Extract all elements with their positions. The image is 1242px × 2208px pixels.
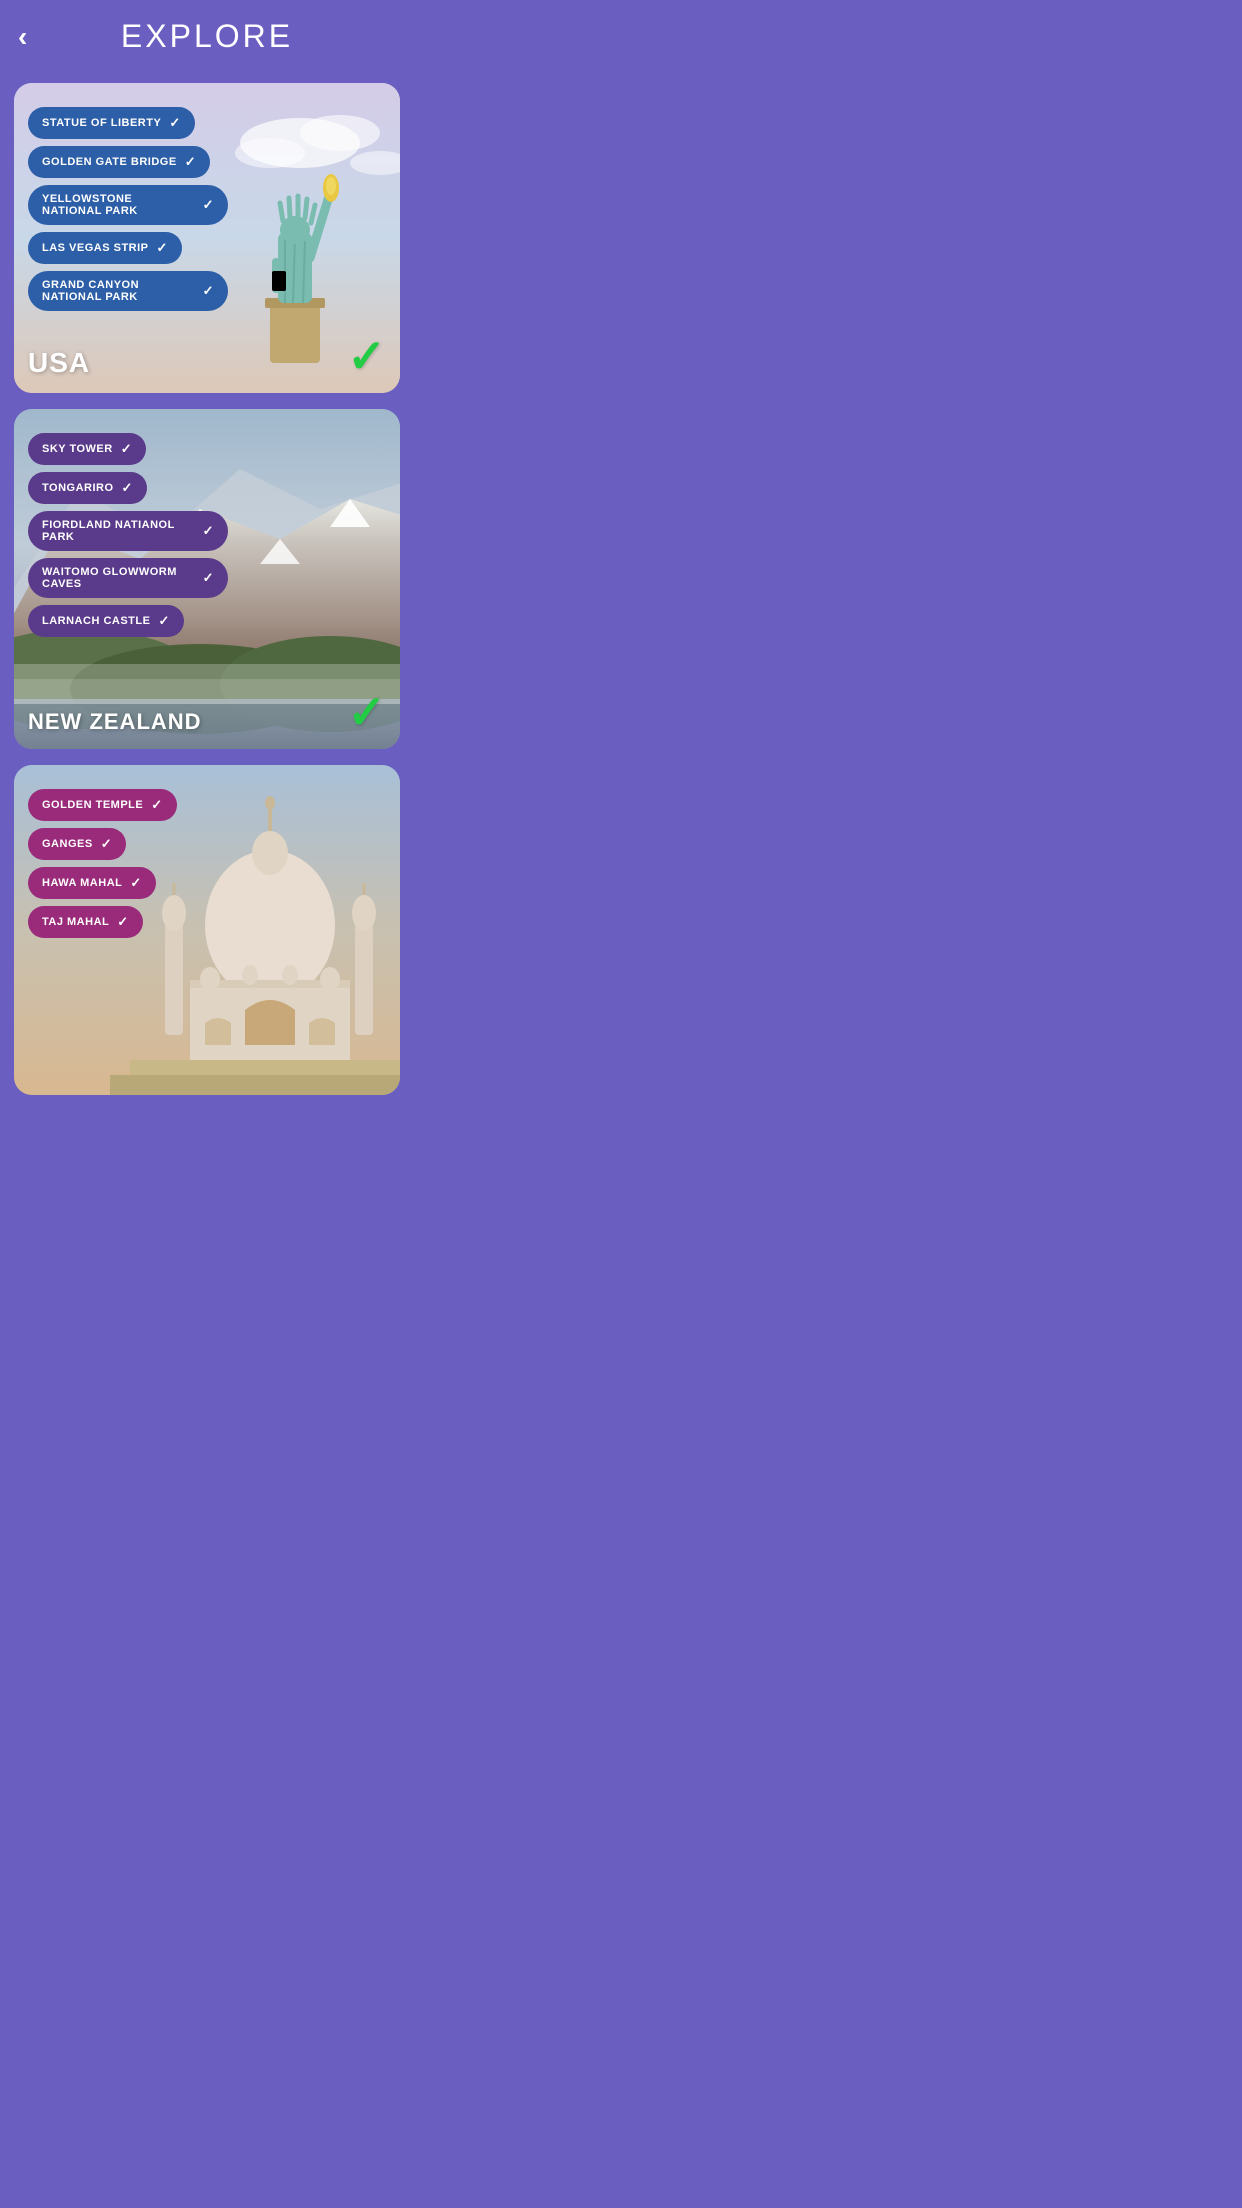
usa-card-footer: USA ✓ bbox=[28, 333, 386, 379]
tag-check-icon: ✓ bbox=[130, 875, 141, 891]
card-india[interactable]: GOLDEN TEMPLE ✓ GANGES ✓ HAWA MAHAL ✓ TA… bbox=[14, 765, 400, 1095]
tag-label: SKY TOWER bbox=[42, 443, 113, 455]
back-button[interactable]: ‹ bbox=[18, 23, 27, 51]
nz-card-footer: NEW ZEALAND ✓ bbox=[28, 689, 386, 735]
tag-check-icon: ✓ bbox=[157, 240, 168, 256]
tag-sky-tower[interactable]: SKY TOWER ✓ bbox=[28, 433, 146, 465]
usa-country-label: USA bbox=[28, 347, 90, 379]
tag-label: GANGES bbox=[42, 838, 93, 850]
usa-completed-icon: ✓ bbox=[347, 333, 386, 379]
tag-check-icon: ✓ bbox=[203, 197, 214, 213]
tag-label: WAITOMO GLOWWORM CAVES bbox=[42, 566, 195, 590]
tag-label: TONGARIRO bbox=[42, 482, 114, 494]
card-usa[interactable]: STATUE OF LIBERTY ✓ GOLDEN GATE BRIDGE ✓… bbox=[14, 83, 400, 393]
nz-country-label: NEW ZEALAND bbox=[28, 709, 202, 735]
tag-golden-temple[interactable]: GOLDEN TEMPLE ✓ bbox=[28, 789, 177, 821]
cards-container: STATUE OF LIBERTY ✓ GOLDEN GATE BRIDGE ✓… bbox=[0, 73, 414, 1115]
tag-label: HAWA MAHAL bbox=[42, 877, 122, 889]
tag-ganges[interactable]: GANGES ✓ bbox=[28, 828, 126, 860]
tag-hawa-mahal[interactable]: HAWA MAHAL ✓ bbox=[28, 867, 156, 899]
tag-check-icon: ✓ bbox=[169, 115, 180, 131]
tag-label: GOLDEN TEMPLE bbox=[42, 799, 143, 811]
tag-yellowstone[interactable]: YELLOWSTONE NATIONAL PARK ✓ bbox=[28, 185, 228, 225]
tag-larnach[interactable]: LARNACH CASTLE ✓ bbox=[28, 605, 184, 637]
india-card-content: GOLDEN TEMPLE ✓ GANGES ✓ HAWA MAHAL ✓ TA… bbox=[14, 765, 400, 1095]
tag-fiordland[interactable]: FIORDLAND NATIANOL PARK ✓ bbox=[28, 511, 228, 551]
tag-check-icon: ✓ bbox=[203, 283, 214, 299]
page-title: EXPLORE bbox=[121, 18, 293, 55]
tag-check-icon: ✓ bbox=[151, 797, 162, 813]
tag-check-icon: ✓ bbox=[203, 523, 214, 539]
tag-check-icon: ✓ bbox=[158, 613, 169, 629]
tag-label: FIORDLAND NATIANOL PARK bbox=[42, 519, 195, 543]
tag-grand-canyon[interactable]: GRAND CANYON NATIONAL PARK ✓ bbox=[28, 271, 228, 311]
tag-golden-gate[interactable]: GOLDEN GATE BRIDGE ✓ bbox=[28, 146, 210, 178]
tag-label: TAJ MAHAL bbox=[42, 916, 109, 928]
header: ‹ EXPLORE bbox=[0, 0, 414, 73]
tag-label: STATUE OF LIBERTY bbox=[42, 117, 161, 129]
card-nz[interactable]: SKY TOWER ✓ TONGARIRO ✓ FIORDLAND NATIAN… bbox=[14, 409, 400, 749]
tag-label: LAS VEGAS STRIP bbox=[42, 242, 149, 254]
nz-tags: SKY TOWER ✓ TONGARIRO ✓ FIORDLAND NATIAN… bbox=[28, 433, 386, 637]
tag-check-icon: ✓ bbox=[122, 480, 133, 496]
tag-check-icon: ✓ bbox=[101, 836, 112, 852]
tag-label: GRAND CANYON NATIONAL PARK bbox=[42, 279, 195, 303]
nz-completed-icon: ✓ bbox=[347, 689, 386, 735]
tag-waitomo[interactable]: WAITOMO GLOWWORM CAVES ✓ bbox=[28, 558, 228, 598]
tag-label: LARNACH CASTLE bbox=[42, 615, 150, 627]
tag-statue-of-liberty[interactable]: STATUE OF LIBERTY ✓ bbox=[28, 107, 195, 139]
tag-tongariro[interactable]: TONGARIRO ✓ bbox=[28, 472, 147, 504]
tag-label: GOLDEN GATE BRIDGE bbox=[42, 156, 177, 168]
tag-check-icon: ✓ bbox=[185, 154, 196, 170]
tag-las-vegas[interactable]: LAS VEGAS STRIP ✓ bbox=[28, 232, 182, 264]
tag-check-icon: ✓ bbox=[203, 570, 214, 586]
tag-check-icon: ✓ bbox=[117, 914, 128, 930]
usa-tags: STATUE OF LIBERTY ✓ GOLDEN GATE BRIDGE ✓… bbox=[28, 107, 386, 311]
tag-label: YELLOWSTONE NATIONAL PARK bbox=[42, 193, 195, 217]
india-tags: GOLDEN TEMPLE ✓ GANGES ✓ HAWA MAHAL ✓ TA… bbox=[28, 789, 386, 938]
tag-taj-mahal[interactable]: TAJ MAHAL ✓ bbox=[28, 906, 143, 938]
tag-check-icon: ✓ bbox=[121, 441, 132, 457]
